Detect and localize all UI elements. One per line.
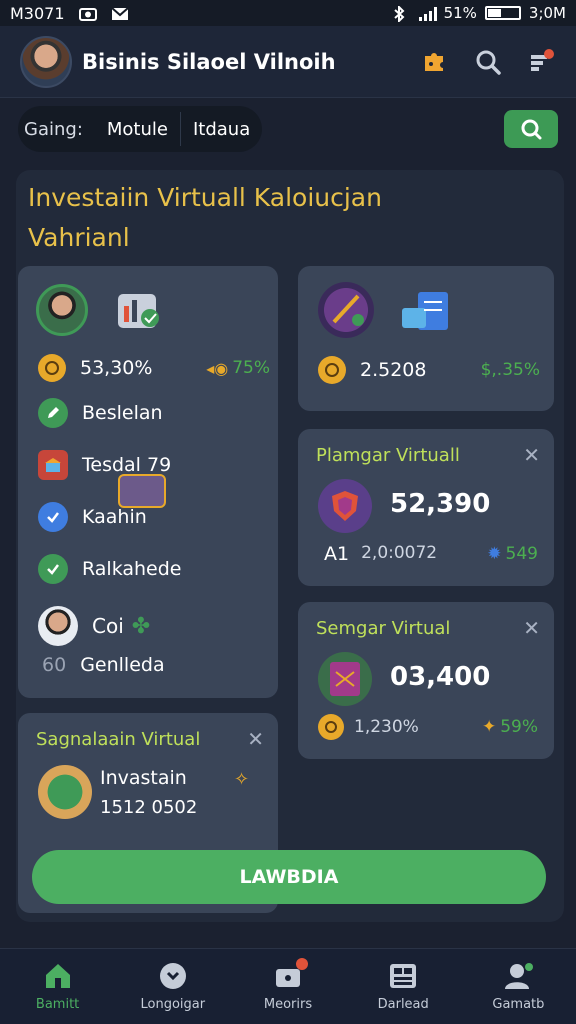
- card-sub-row: A1 2,0:0072 ✹ 549: [324, 543, 538, 565]
- stat-value: 53,30%: [80, 357, 153, 379]
- card-sub-row: 1,230% ✦ 59%: [318, 714, 538, 740]
- carrier-label: M3071: [10, 3, 65, 23]
- summary-change: $,.35%: [480, 360, 540, 380]
- card-value: 03,400: [390, 662, 491, 692]
- coin-icon: [38, 354, 66, 382]
- notifications-icon[interactable]: [528, 48, 556, 76]
- trend-up-icon: ◂◉: [206, 358, 229, 378]
- menu-item-label: Beslelan: [82, 402, 163, 424]
- battery-icon: [484, 6, 521, 20]
- coin-icon: [318, 356, 346, 384]
- app-title: Bisinis Silaoel Vilnoih: [82, 49, 336, 74]
- search-button[interactable]: [504, 110, 558, 148]
- summary-card[interactable]: 2.5208 $,.35%: [298, 266, 554, 411]
- sub-value: 2,0:0072: [361, 543, 438, 563]
- filter-chip-group: Gaing: Motule Itdaua: [18, 106, 263, 152]
- filter-chip-motule[interactable]: Motule: [95, 106, 180, 152]
- sparkle-icon: ✧: [234, 769, 250, 790]
- menu-item-label: Kaahin: [82, 506, 147, 528]
- clover-icon: ✤: [131, 613, 151, 639]
- user-avatar[interactable]: [20, 35, 72, 88]
- dashboard-icon: [387, 961, 419, 991]
- nav-item-darlead[interactable]: Darlead: [346, 949, 461, 1024]
- menu-item-label: Tesdal 79: [82, 454, 172, 476]
- footer-row: 60 Genlleda: [42, 654, 165, 676]
- summary-value: 2.5208: [360, 359, 427, 381]
- certificate-icon: [318, 652, 372, 706]
- card-title: Semgar Virtual: [316, 618, 451, 639]
- footer-number: 60: [42, 654, 67, 676]
- filter-chip-gaing[interactable]: Gaing:: [18, 106, 95, 152]
- plamgar-card[interactable]: Plamgar Virtuall ✕ 52,390 A1 2,0:0072 ✹ …: [298, 429, 554, 586]
- menu-item-beslelan[interactable]: Beslelan: [38, 398, 163, 428]
- app-header: Bisinis Silaoel Vilnoih: [0, 26, 576, 98]
- investor-avatar: [36, 284, 88, 336]
- bluetooth-icon: [392, 4, 410, 24]
- menu-item-kaahin[interactable]: Kaahin: [38, 502, 147, 532]
- trophy-icon: ✦: [481, 717, 497, 737]
- person-avatar: [38, 606, 78, 646]
- panel-title: Investaiin Virtuall Kaloiucjan Vahrianl: [28, 183, 382, 252]
- footer-label: Genlleda: [80, 654, 165, 676]
- magic-wand-icon: [318, 282, 374, 338]
- notification-badge: [296, 958, 308, 970]
- sub-value: 1,230%: [354, 717, 419, 737]
- card-title: Plamgar Virtuall: [316, 445, 460, 466]
- mail-icon: [110, 6, 129, 20]
- home-icon: [42, 961, 74, 991]
- card-line2: 1512 0502: [100, 797, 198, 818]
- gear-icon: ✹: [487, 544, 502, 564]
- summary-stat-row: 2.5208 $,.35%: [318, 356, 540, 384]
- search-icon[interactable]: [474, 48, 502, 76]
- nav-item-gamatb[interactable]: Gamatb: [461, 949, 576, 1024]
- status-bar: M3071 51% 3;0M: [0, 0, 576, 26]
- person-row[interactable]: Coi ✤: [38, 606, 150, 646]
- person-label: Coi: [92, 614, 124, 638]
- puzzle-icon[interactable]: [420, 48, 448, 76]
- card-value: 52,390: [390, 489, 491, 519]
- check-icon: [38, 502, 68, 532]
- close-icon[interactable]: ✕: [523, 616, 540, 640]
- nav-item-home[interactable]: Bamitt: [0, 949, 115, 1024]
- clock-icon: [157, 961, 189, 991]
- camera-icon: [78, 6, 97, 21]
- filter-chip-itdaua[interactable]: Itdaua: [181, 106, 262, 152]
- store-icon: [38, 450, 68, 480]
- menu-item-label: Ralkahede: [82, 558, 182, 580]
- battery-percent: 51%: [443, 4, 477, 22]
- card-line1: Invastain: [100, 767, 187, 789]
- filter-row: Gaing: Motule Itdaua: [18, 106, 558, 152]
- check-icon: [38, 554, 68, 584]
- clock-time: 3;0M: [528, 4, 566, 22]
- documents-icon: [398, 290, 454, 336]
- investment-badge-icon: [38, 765, 92, 819]
- bottom-navigation: Bamitt Longoigar Meorirs Darlead Gamatb: [0, 948, 576, 1024]
- coin-icon: [318, 714, 344, 740]
- card-title: Sagnalaain Virtual: [36, 729, 201, 750]
- nav-item-meorirs[interactable]: Meorirs: [230, 949, 345, 1024]
- sub-label: A1: [324, 543, 350, 565]
- chart-icon: [116, 288, 164, 334]
- semgar-card[interactable]: Semgar Virtual ✕ 03,400 1,230% ✦ 59%: [298, 602, 554, 759]
- primary-action-button[interactable]: LAWBDIA: [32, 850, 546, 904]
- profile-icon: [502, 961, 534, 991]
- stat-row: 53,30% ◂◉ 75%: [38, 354, 270, 382]
- close-icon[interactable]: ✕: [523, 443, 540, 467]
- edit-icon: [38, 398, 68, 428]
- portfolio-card[interactable]: 53,30% ◂◉ 75% Beslelan Tesdal 79 Kaahin: [18, 266, 278, 698]
- card-change: 549: [505, 544, 538, 564]
- card-change: 59%: [500, 717, 538, 737]
- shield-icon: [318, 479, 372, 533]
- close-icon[interactable]: ✕: [247, 727, 264, 751]
- investment-panel: Investaiin Virtuall Kaloiucjan Vahrianl …: [16, 170, 564, 922]
- menu-item-ralkahede[interactable]: Ralkahede: [38, 554, 182, 584]
- stat-change: 75%: [232, 358, 270, 378]
- briefcase-icon: [272, 958, 308, 991]
- nav-item-longoigar[interactable]: Longoigar: [115, 949, 230, 1024]
- signal-icon: [418, 6, 437, 21]
- search-icon: [521, 119, 542, 140]
